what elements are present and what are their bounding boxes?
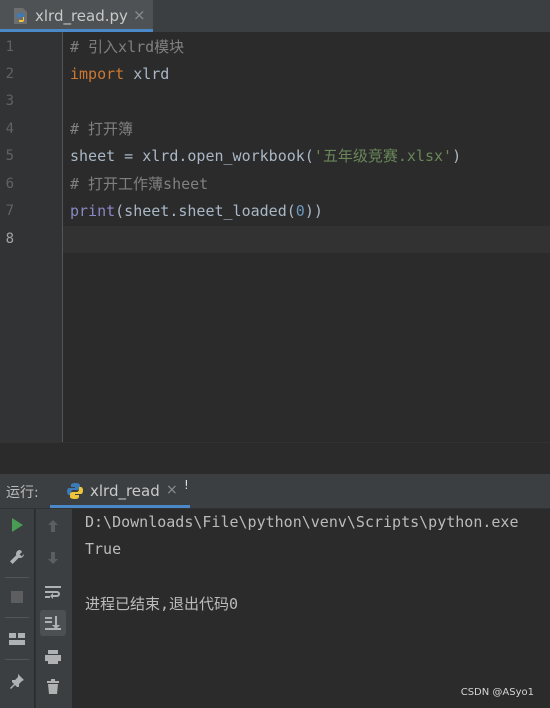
drag-marker: ! (184, 478, 189, 492)
active-run-tab-indicator (50, 505, 190, 508)
code-line[interactable]: 6 # 打开工作薄sheet (0, 171, 550, 198)
comment-token: # 打开簿 (70, 120, 134, 138)
watermark: CSDN @ASyo1 (460, 687, 534, 698)
code-text: sheet = xlrd.open_workbook('五年级竞赛.xlsx') (70, 143, 461, 170)
comment-token: # 打开工作薄sheet (70, 175, 209, 193)
code-line[interactable]: 2 import xlrd (0, 61, 550, 88)
panel-splitter[interactable] (0, 442, 550, 474)
python-file-icon (14, 8, 27, 24)
line-number: 4 (5, 121, 14, 137)
soft-wrap-icon (45, 586, 61, 599)
code-line[interactable]: 7 print(sheet.sheet_loaded(0)) (0, 198, 550, 225)
stop-icon (11, 591, 23, 603)
code-token: ) (452, 147, 462, 165)
edit-configuration-button[interactable] (4, 544, 30, 570)
code-text: # 打开工作薄sheet (70, 171, 208, 198)
up-arrow-icon (48, 520, 58, 532)
code-text: import xlrd (70, 61, 169, 88)
line-number: 6 (5, 176, 14, 192)
rerun-button[interactable] (4, 512, 30, 538)
code-line[interactable]: 3 (0, 88, 550, 115)
next-occurrence-button[interactable] (40, 545, 66, 571)
toolbar-separator (5, 577, 29, 578)
run-panel-title: 运行: (6, 485, 39, 501)
line-number: 7 (5, 203, 14, 219)
print-icon (45, 650, 61, 664)
code-text: print(sheet.sheet_loaded(0)) (70, 198, 323, 225)
run-tab-xlrd-read[interactable]: xlrd_read × (50, 474, 190, 508)
editor-tab-label: xlrd_read.py (35, 7, 128, 25)
code-line[interactable]: 5 sheet = xlrd.open_workbook('五年级竞赛.xlsx… (0, 143, 550, 170)
run-panel-header: 运行: xlrd_read × ! (0, 474, 550, 509)
stop-button[interactable] (4, 584, 30, 610)
layout-icon (9, 633, 25, 645)
code-token: xlrd (124, 65, 170, 83)
python-icon (67, 483, 83, 499)
comment-token: # 引入xlrd模块 (70, 38, 185, 56)
clear-all-button[interactable] (40, 674, 66, 700)
toolbar-separator (5, 617, 29, 618)
line-number: 3 (5, 93, 14, 109)
console-line: 进程已结束,退出代码0 (85, 595, 239, 613)
line-number: 8 (5, 231, 14, 247)
code-token: )) (304, 202, 323, 220)
line-number: 2 (5, 66, 14, 82)
editor-tab-bar: xlrd_read.py × (0, 0, 550, 32)
previous-occurrence-button[interactable] (40, 513, 66, 539)
restore-layout-button[interactable] (4, 626, 30, 652)
run-panel-body: D:\Downloads\File\python\venv\Scripts\py… (0, 509, 550, 708)
pin-tab-button[interactable] (4, 668, 30, 694)
console-output[interactable]: D:\Downloads\File\python\venv\Scripts\py… (85, 509, 550, 708)
builtin-token: print (70, 202, 116, 220)
keyword-token: import (70, 65, 125, 83)
code-text: # 打开簿 (70, 116, 133, 143)
editor-tab-xlrd-read[interactable]: xlrd_read.py × (0, 0, 153, 32)
code-token: sheet = xlrd.open_workbook( (70, 147, 314, 165)
wrench-icon (10, 550, 24, 564)
code-token: (sheet.sheet_loaded( (115, 202, 296, 220)
code-text: # 引入xlrd模块 (70, 34, 184, 61)
code-editor[interactable]: 1 # 引入xlrd模块 2 import xlrd 3 4 # 打开簿 5 s… (0, 32, 550, 442)
close-icon[interactable]: × (133, 6, 146, 24)
code-line-current[interactable]: 8 (0, 226, 550, 253)
scroll-to-end-icon (45, 616, 61, 630)
line-number: 1 (5, 39, 14, 55)
run-toolbar-primary (0, 509, 34, 708)
string-token: '五年级竞赛.xlsx' (313, 147, 453, 165)
line-number: 5 (5, 148, 14, 164)
scroll-to-end-button[interactable] (40, 610, 66, 636)
down-arrow-icon (48, 552, 58, 564)
console-line: D:\Downloads\File\python\venv\Scripts\py… (85, 513, 519, 531)
run-icon (12, 518, 23, 532)
pin-icon (10, 674, 24, 689)
run-toolbar-secondary (35, 509, 72, 708)
number-token: 0 (295, 202, 305, 220)
trash-icon (47, 679, 59, 694)
close-icon[interactable]: × (166, 482, 178, 498)
code-line[interactable]: 1 # 引入xlrd模块 (0, 34, 550, 61)
print-button[interactable] (40, 644, 66, 670)
soft-wrap-button[interactable] (40, 579, 66, 605)
run-tab-label: xlrd_read (90, 482, 160, 500)
toolbar-separator (5, 659, 29, 660)
code-line[interactable]: 4 # 打开簿 (0, 116, 550, 143)
console-line: True (85, 540, 122, 558)
